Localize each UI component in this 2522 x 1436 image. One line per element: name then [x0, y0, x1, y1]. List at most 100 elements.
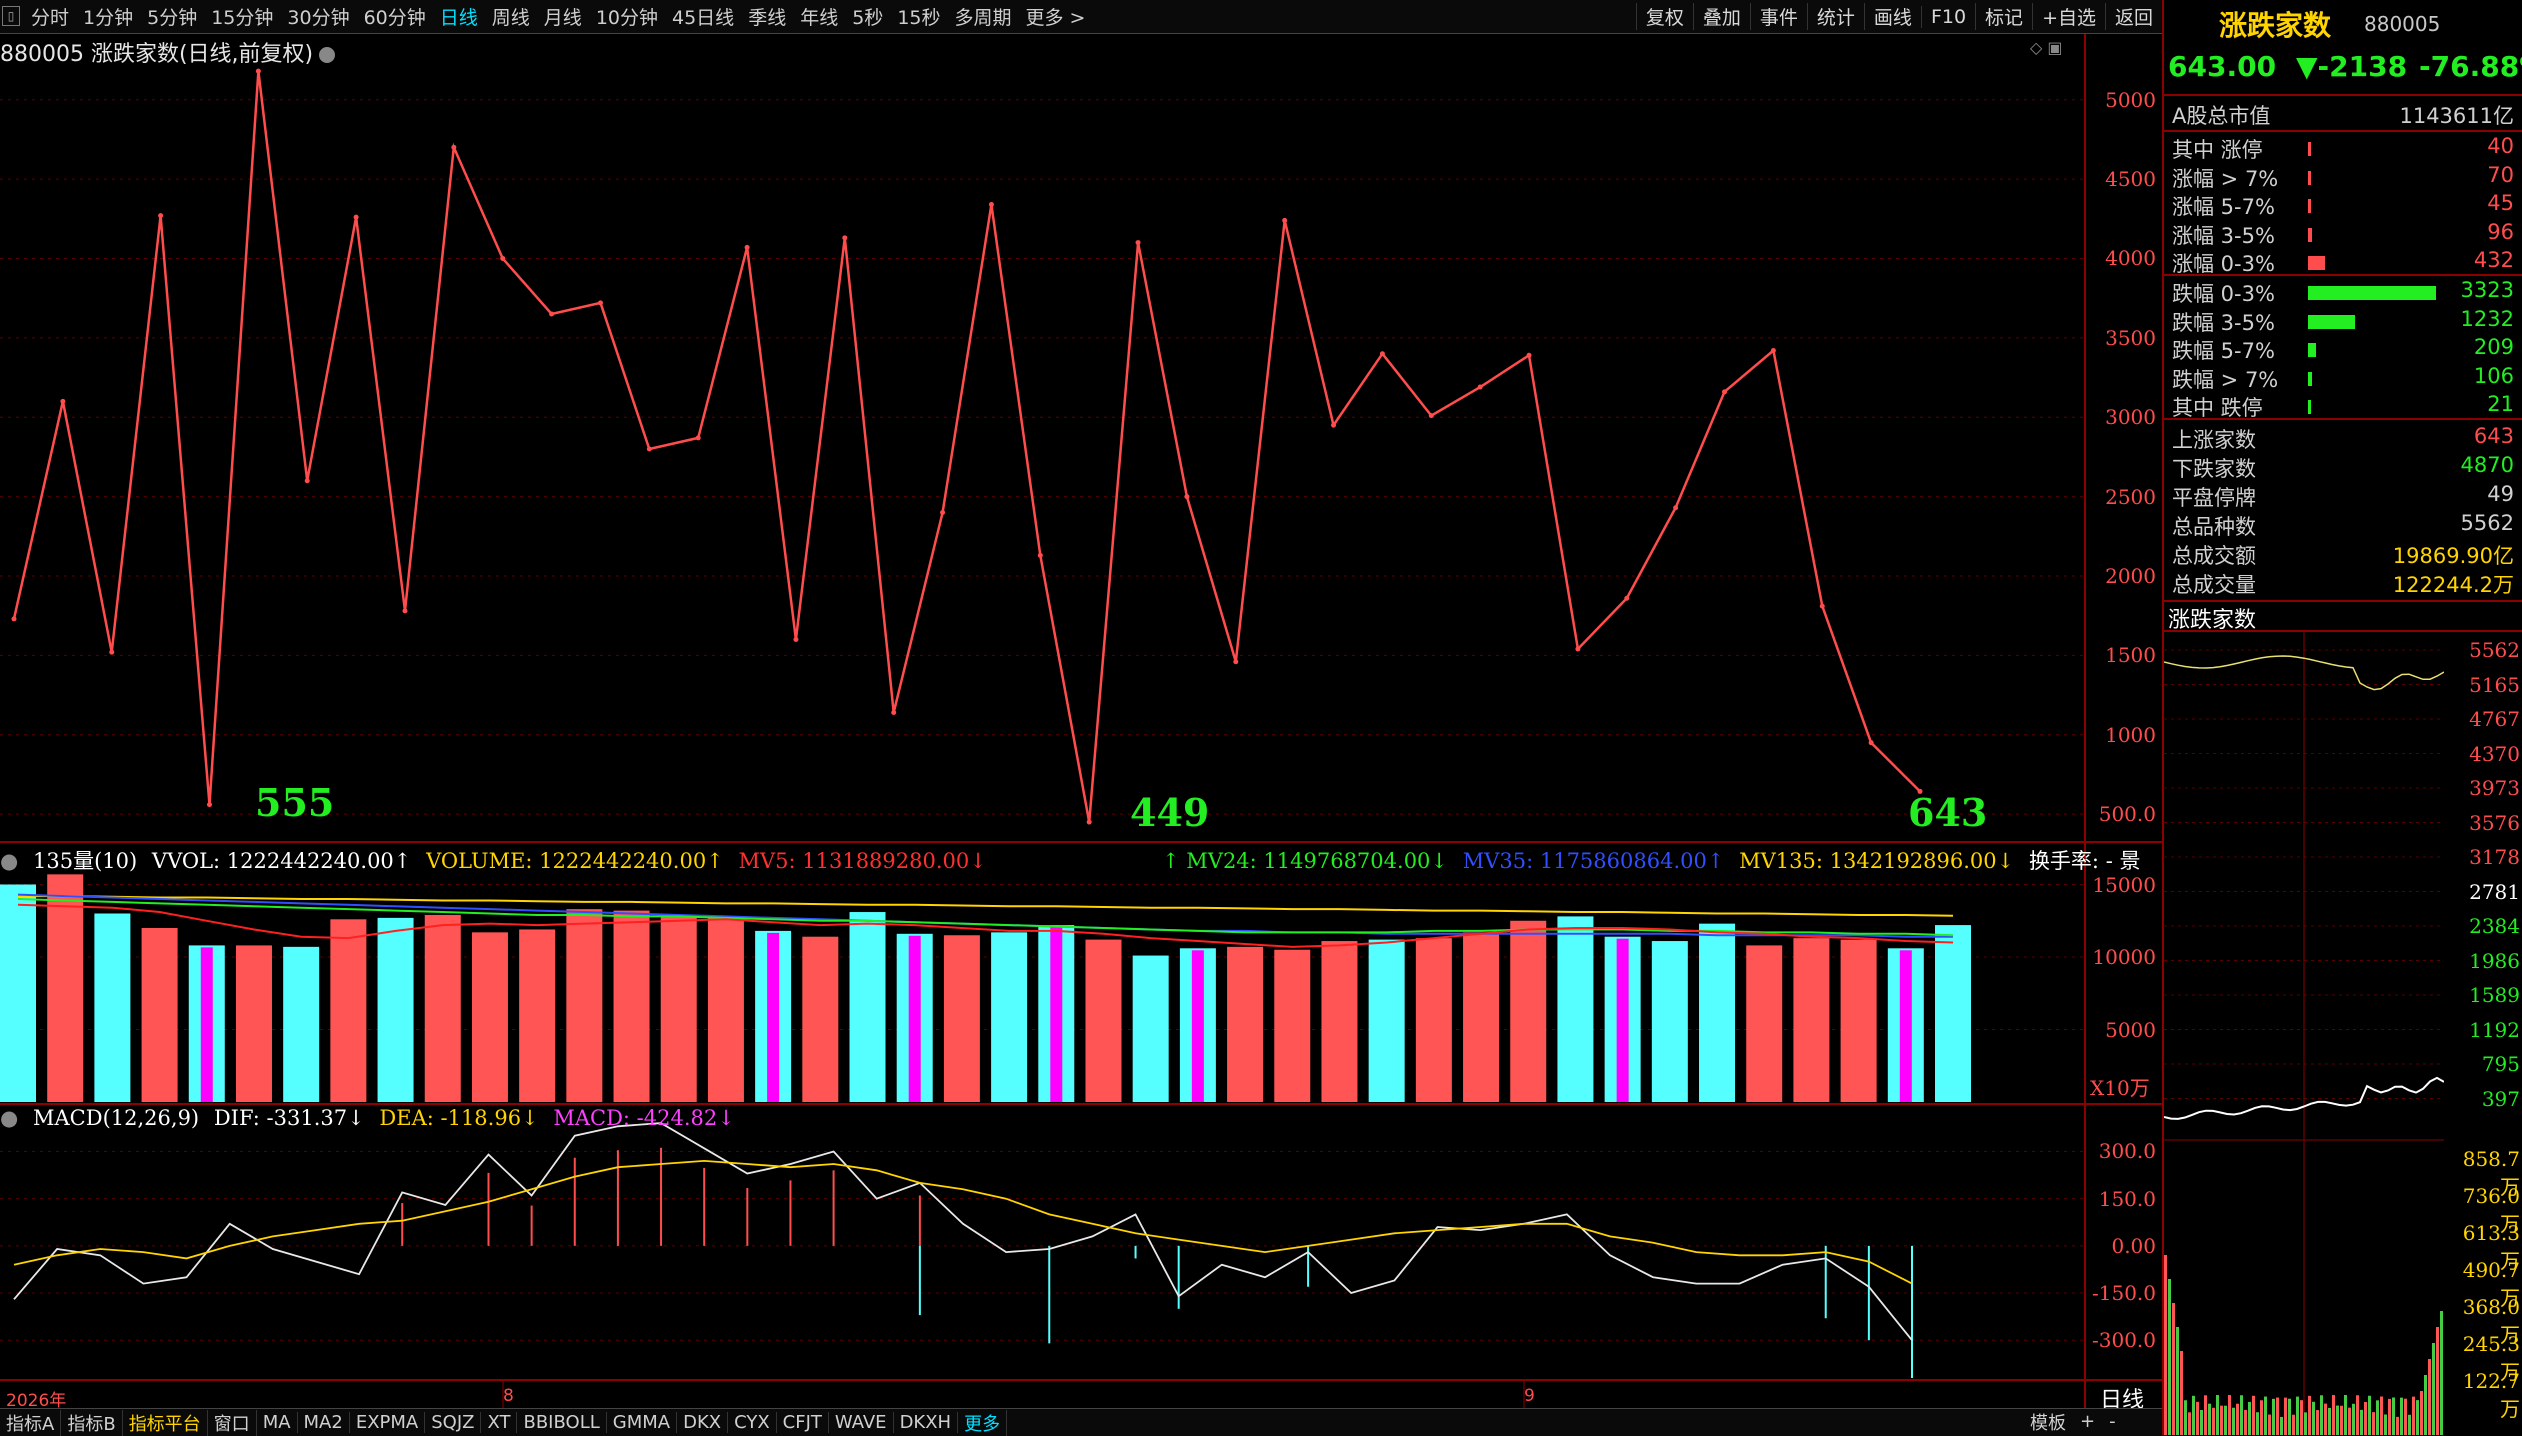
dea-line: [13, 1159, 1913, 1285]
period-tab-12[interactable]: 年线: [793, 3, 845, 30]
period-tab-4[interactable]: 30分钟: [280, 3, 356, 30]
macd-axis: 300.0 150.0 0.00 -150.0 -300.0: [2090, 1120, 2160, 1380]
mini-axis-tick: 397: [2481, 1086, 2520, 1111]
period-tab-0[interactable]: 分时: [24, 3, 76, 30]
mini-volume-bar: [2388, 1398, 2391, 1435]
last-price: 643.00: [2168, 50, 2277, 83]
indicator-tab-12[interactable]: CYX: [728, 1412, 777, 1433]
indicator-tab-5[interactable]: MA2: [298, 1412, 350, 1433]
indicator-tab-7[interactable]: SQJZ: [425, 1412, 482, 1433]
price-point: [1135, 240, 1141, 246]
price-point: [744, 244, 750, 250]
price-point: [1428, 413, 1434, 419]
stat-row: 跌幅 5-7% 209: [2168, 335, 2518, 363]
period-tab-16[interactable]: 更多 >: [1019, 3, 1093, 30]
market-cap-value: 1143611亿: [2399, 104, 2514, 128]
volume-bar-highlight: [1050, 927, 1063, 1102]
stat-bar: [2308, 199, 2311, 213]
price-axis: 5000 4500 4000 3500 3000 2500 2000 1500 1000 500.…: [2090, 0, 2160, 840]
tool-button-5[interactable]: F10: [1920, 5, 1975, 28]
mini-volume-bar: [2416, 1400, 2419, 1435]
mini-volume-bar: [2264, 1396, 2267, 1435]
bottom-control-0[interactable]: 模板: [2030, 1409, 2066, 1435]
tool-button-1[interactable]: 叠加: [1692, 3, 1750, 30]
indicator-tab-2[interactable]: 指标平台: [123, 1409, 208, 1436]
volume-bar-highlight: [1191, 950, 1204, 1102]
price-point: [891, 710, 897, 716]
mini-volume-bar: [2296, 1396, 2299, 1435]
stat-value: 1232: [2460, 306, 2514, 331]
mini-volume-bar: [2260, 1400, 2263, 1435]
window-menu-icon[interactable]: ▯: [2, 6, 20, 26]
indicator-tab-10[interactable]: GMMA: [607, 1412, 678, 1433]
price-point: [402, 608, 408, 614]
stat-label: 其中 跌停: [2172, 396, 2263, 420]
period-tab-14[interactable]: 15秒: [890, 3, 947, 30]
indicator-tab-0[interactable]: 指标A: [0, 1409, 62, 1436]
volume-bar: [991, 932, 1028, 1102]
period-tabs: 分时 1分钟 5分钟 15分钟 30分钟 60分钟 日线 周线 月线 10分钟 45日线 季线 年线 5秒…: [24, 0, 1092, 33]
volume-bar: [1415, 938, 1452, 1102]
mv5-value: MV5: 1131889280.00↓: [738, 849, 987, 873]
tool-button-6[interactable]: 标记: [1975, 3, 2032, 30]
volume-bar: [1085, 939, 1122, 1102]
indicator-tab-15[interactable]: DKXH: [894, 1412, 959, 1433]
price-point: [1819, 603, 1825, 609]
price-point: [1770, 348, 1776, 354]
dif-value: DIF: -331.37↓: [213, 1106, 365, 1130]
tool-button-2[interactable]: 事件: [1749, 3, 1807, 30]
period-tab-10[interactable]: 45日线: [665, 3, 741, 30]
stat-value: 5562: [2460, 511, 2514, 535]
period-tab-11[interactable]: 季线: [741, 3, 793, 30]
volume-bar-highlight: [200, 947, 213, 1102]
period-tab-7[interactable]: 周线: [485, 3, 537, 30]
stat-value: 643: [2473, 424, 2514, 448]
price-point: [206, 802, 212, 808]
indicator-tab-1[interactable]: 指标B: [61, 1409, 123, 1436]
indicator-tab-6[interactable]: EXPMA: [350, 1412, 426, 1433]
period-tab-6[interactable]: 日线: [433, 3, 485, 30]
volume-bar-highlight: [1616, 938, 1629, 1102]
stat-row: 跌幅 0-3% 3323: [2168, 278, 2518, 306]
volume-bar: [0, 884, 36, 1102]
bottom-control-2[interactable]: -: [2109, 1411, 2116, 1432]
indicator-tab-14[interactable]: WAVE: [829, 1412, 894, 1433]
mini-volume-bar: [2192, 1395, 2195, 1435]
tool-button-0[interactable]: 复权: [1635, 3, 1693, 30]
indicator-tab-13[interactable]: CFJT: [777, 1412, 829, 1433]
mini-volume-bar: [2308, 1395, 2311, 1435]
stat-row: 总成交量 122244.2万: [2168, 569, 2518, 597]
tool-button-4[interactable]: 画线: [1863, 3, 1921, 30]
stat-label: 其中 涨停: [2172, 138, 2263, 162]
mini-volume-bar: [2244, 1409, 2247, 1435]
bottom-control-1[interactable]: +: [2080, 1411, 2095, 1432]
period-tab-9[interactable]: 10分钟: [589, 3, 665, 30]
mini-volume-bar: [2372, 1412, 2375, 1435]
indicator-tab-9[interactable]: BBIBOLL: [517, 1412, 607, 1433]
period-tab-2[interactable]: 5分钟: [140, 3, 204, 30]
indicator-tab-11[interactable]: DKX: [677, 1412, 729, 1433]
indicator-tab-3[interactable]: 窗口: [208, 1409, 257, 1436]
mini-chart[interactable]: [2164, 632, 2444, 1435]
period-tab-3[interactable]: 15分钟: [204, 3, 280, 30]
mini-volume-bar: [2248, 1401, 2251, 1435]
period-tab-8[interactable]: 月线: [537, 3, 589, 30]
period-tab-13[interactable]: 5秒: [845, 3, 890, 30]
stat-value: 96: [2487, 219, 2514, 244]
volume-bar: [660, 914, 697, 1102]
macd-caret-icon[interactable]: ●: [0, 1106, 18, 1130]
volume-tick: 5000: [2105, 1017, 2156, 1042]
mini-axis-tick: 795: [2481, 1052, 2520, 1076]
period-tab-15[interactable]: 多周期: [948, 3, 1019, 30]
indicator-tab-8[interactable]: XT: [481, 1412, 518, 1433]
volume-unit: X10万: [2090, 1076, 2150, 1100]
period-tab-1[interactable]: 1分钟: [76, 3, 140, 30]
tool-button-3[interactable]: 统计: [1806, 3, 1864, 30]
vol-caret-icon[interactable]: ●: [0, 849, 18, 873]
stat-value: 106: [2473, 363, 2514, 388]
mini-volume-bar: [2368, 1395, 2371, 1435]
period-tab-5[interactable]: 60分钟: [357, 3, 433, 30]
indicator-tab-16[interactable]: 更多: [958, 1409, 1008, 1436]
chart-area[interactable]: [0, 34, 2162, 1408]
indicator-tab-4[interactable]: MA: [257, 1412, 298, 1433]
